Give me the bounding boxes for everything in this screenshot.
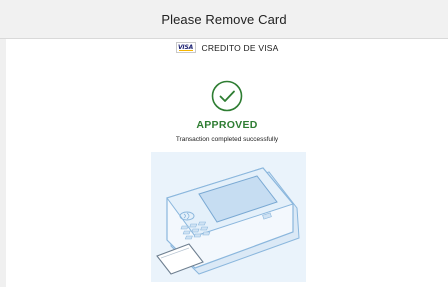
title-bar: Please Remove Card <box>0 0 448 39</box>
card-name: CREDITO DE VISA <box>201 42 279 53</box>
payment-result-screen: Please Remove Card VISA CREDITO DE VISA … <box>0 0 448 287</box>
page-title: Please Remove Card <box>161 11 287 27</box>
visa-logo: VISA <box>175 42 196 53</box>
status-icon-wrap <box>6 79 448 113</box>
check-circle-icon <box>211 80 243 112</box>
content-area: VISA CREDITO DE VISA APPROVED Transactio… <box>6 39 448 287</box>
card-terminal-illustration <box>151 152 306 282</box>
status-message: Transaction completed successfully <box>175 136 279 143</box>
status-label: APPROVED <box>196 119 258 131</box>
card-info-row: VISA CREDITO DE VISA <box>6 42 448 53</box>
visa-logo-stripe <box>178 50 193 51</box>
